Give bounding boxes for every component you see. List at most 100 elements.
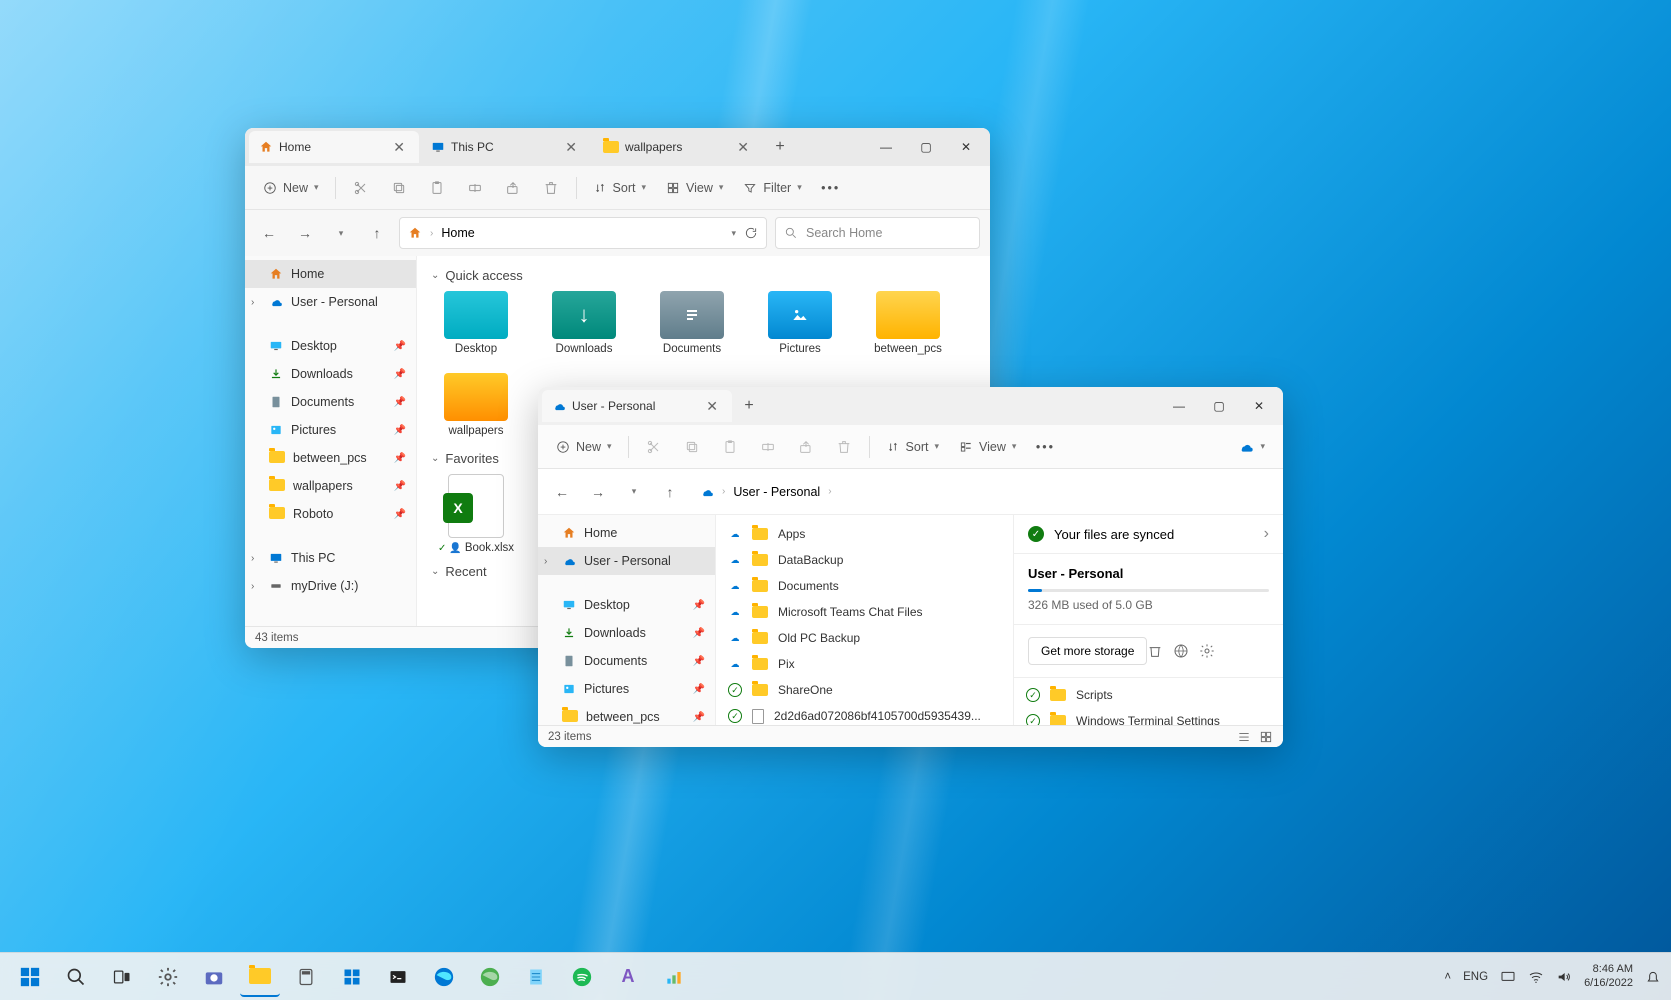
tab-wallpapers[interactable]: wallpapers ✕: [593, 131, 763, 163]
sidebar-item[interactable]: Home: [245, 260, 416, 288]
task-view-button[interactable]: [102, 957, 142, 997]
tab-this-pc[interactable]: This PC ✕: [421, 131, 591, 163]
sidebar-item[interactable]: › myDrive (J:): [245, 572, 416, 600]
breadcrumb[interactable]: User - Personal: [733, 485, 820, 499]
quick-access-item[interactable]: between_pcs: [863, 291, 953, 355]
share-button[interactable]: [789, 432, 823, 462]
sidebar-item[interactable]: Home: [538, 519, 715, 547]
delete-button[interactable]: [534, 173, 568, 203]
recent-locations-button[interactable]: ▾: [327, 219, 355, 247]
copy-button[interactable]: [382, 173, 416, 203]
app-icon[interactable]: [332, 957, 372, 997]
file-explorer-icon[interactable]: [240, 957, 280, 997]
notifications-icon[interactable]: [1645, 969, 1661, 985]
sort-button[interactable]: Sort▾: [878, 432, 947, 462]
edge-app-icon[interactable]: [424, 957, 464, 997]
chevron-right-icon[interactable]: ›: [251, 581, 254, 592]
new-tab-button[interactable]: +: [765, 132, 795, 162]
volume-icon[interactable]: [1556, 969, 1572, 985]
app-icon-chart[interactable]: [654, 957, 694, 997]
sidebar-item[interactable]: between_pcs 📌: [245, 444, 416, 472]
up-button[interactable]: ↑: [656, 478, 684, 506]
quick-access-item[interactable]: Desktop: [431, 291, 521, 355]
sidebar-item[interactable]: Desktop 📌: [245, 332, 416, 360]
back-button[interactable]: ←: [255, 219, 283, 247]
sidebar-item[interactable]: Documents 📌: [245, 388, 416, 416]
close-icon[interactable]: ✕: [389, 137, 409, 158]
close-icon[interactable]: ✕: [702, 396, 722, 417]
sidebar-item[interactable]: Desktop 📌: [538, 591, 715, 619]
close-button[interactable]: ✕: [1239, 391, 1279, 421]
file-row[interactable]: ☁Microsoft Teams Chat Files: [716, 599, 1013, 625]
quick-access-item[interactable]: Pictures: [755, 291, 845, 355]
calculator-app-icon[interactable]: [286, 957, 326, 997]
filter-button[interactable]: Filter▾: [735, 173, 809, 203]
quick-access-item[interactable]: wallpapers: [431, 373, 521, 437]
file-row[interactable]: ✓Scripts: [1014, 682, 1283, 708]
forward-button[interactable]: →: [584, 478, 612, 506]
sidebar-item[interactable]: between_pcs 📌: [538, 703, 715, 725]
file-row[interactable]: ☁Old PC Backup: [716, 625, 1013, 651]
wifi-icon[interactable]: [1528, 969, 1544, 985]
close-icon[interactable]: ✕: [561, 137, 581, 158]
app-icon-a[interactable]: A: [608, 957, 648, 997]
sidebar-item[interactable]: Pictures 📌: [538, 675, 715, 703]
file-item-excel[interactable]: X ✓👤Book.xlsx: [431, 474, 521, 554]
file-row[interactable]: ✓ShareOne: [716, 677, 1013, 703]
rename-button[interactable]: [751, 432, 785, 462]
sidebar-item[interactable]: › User - Personal: [245, 288, 416, 316]
close-icon[interactable]: ✕: [733, 137, 753, 158]
file-row[interactable]: ✓2d2d6ad072086bf4105700d5935439...: [716, 703, 1013, 725]
gear-icon[interactable]: [1199, 643, 1215, 659]
file-row[interactable]: ✓Windows Terminal Settings: [1014, 708, 1283, 725]
sort-button[interactable]: Sort▾: [585, 173, 654, 203]
section-quick-access[interactable]: ⌄Quick access: [431, 268, 976, 283]
view-button[interactable]: View▾: [951, 432, 1024, 462]
recycle-bin-icon[interactable]: [1147, 643, 1163, 659]
maximize-button[interactable]: ▢: [1199, 391, 1239, 421]
sidebar-item[interactable]: › This PC: [245, 544, 416, 572]
maximize-button[interactable]: ▢: [906, 132, 946, 162]
sidebar-item[interactable]: Pictures 📌: [245, 416, 416, 444]
search-input[interactable]: Search Home: [775, 217, 980, 249]
large-icons-view-icon[interactable]: [1259, 730, 1273, 744]
notepad-app-icon[interactable]: [516, 957, 556, 997]
address-bar[interactable]: › User - Personal ›: [692, 476, 1032, 508]
settings-app-icon[interactable]: [148, 957, 188, 997]
file-row[interactable]: ☁Apps: [716, 521, 1013, 547]
quick-access-item[interactable]: Documents: [647, 291, 737, 355]
address-bar[interactable]: › Home ▾: [399, 217, 767, 249]
search-button[interactable]: [56, 957, 96, 997]
tab-user-personal[interactable]: User - Personal ✕: [542, 390, 732, 422]
sidebar-item[interactable]: Downloads 📌: [538, 619, 715, 647]
close-button[interactable]: ✕: [946, 132, 986, 162]
minimize-button[interactable]: —: [866, 132, 906, 162]
file-row[interactable]: ☁Documents: [716, 573, 1013, 599]
chevron-right-icon[interactable]: ›: [251, 553, 254, 564]
more-button[interactable]: •••: [1028, 432, 1062, 462]
clock[interactable]: 8:46 AM 6/16/2022: [1584, 963, 1633, 989]
onedrive-status-button[interactable]: ▾: [1230, 432, 1273, 462]
language-indicator[interactable]: ENG: [1463, 971, 1488, 983]
new-button[interactable]: New▾: [548, 432, 620, 462]
chevron-right-icon[interactable]: ›: [544, 556, 547, 567]
cast-icon[interactable]: [1500, 969, 1516, 985]
delete-button[interactable]: [827, 432, 861, 462]
quick-access-item[interactable]: ↓ Downloads: [539, 291, 629, 355]
back-button[interactable]: ←: [548, 478, 576, 506]
forward-button[interactable]: →: [291, 219, 319, 247]
edge-dev-app-icon[interactable]: [470, 957, 510, 997]
sidebar-item[interactable]: Documents 📌: [538, 647, 715, 675]
new-tab-button[interactable]: +: [734, 391, 764, 421]
cut-button[interactable]: [637, 432, 671, 462]
start-button[interactable]: [10, 957, 50, 997]
tab-home[interactable]: Home ✕: [249, 131, 419, 163]
breadcrumb[interactable]: Home: [441, 226, 474, 240]
rename-button[interactable]: [458, 173, 492, 203]
sync-status-banner[interactable]: ✓ Your files are synced ›: [1014, 515, 1283, 554]
share-button[interactable]: [496, 173, 530, 203]
sidebar-item[interactable]: Roboto 📌: [245, 500, 416, 528]
globe-icon[interactable]: [1173, 643, 1189, 659]
sidebar-item[interactable]: Downloads 📌: [245, 360, 416, 388]
tray-chevron-icon[interactable]: ˄: [1444, 971, 1451, 983]
